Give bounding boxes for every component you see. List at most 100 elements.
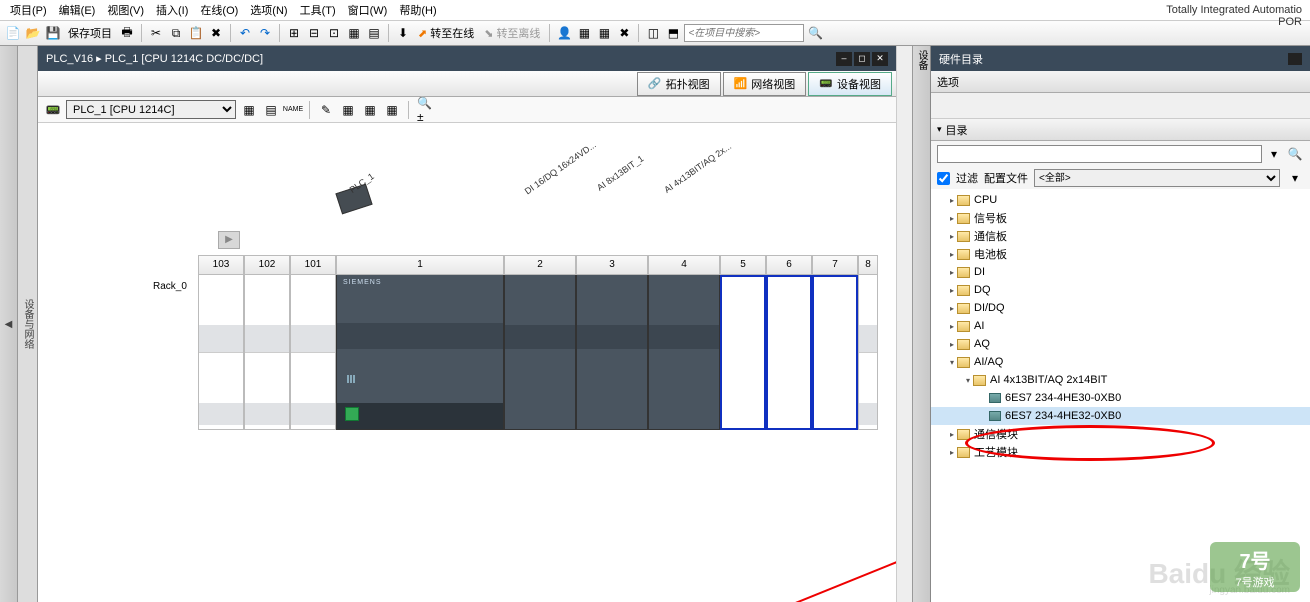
- module-label-aiaq: AI 4x13BIT/AQ 2x...: [662, 141, 733, 195]
- catalog-search-input[interactable]: [937, 145, 1262, 163]
- menu-tools[interactable]: 工具(T): [294, 0, 342, 20]
- split-h-icon[interactable]: ◫: [644, 24, 662, 42]
- tree-dq[interactable]: ▸DQ: [931, 281, 1310, 299]
- slot-8[interactable]: 8: [858, 255, 878, 430]
- menu-edit[interactable]: 编辑(E): [53, 0, 102, 20]
- menu-help[interactable]: 帮助(H): [393, 0, 442, 20]
- tree-aiaq[interactable]: ▾AI/AQ: [931, 353, 1310, 371]
- split-v-icon[interactable]: ⬒: [664, 24, 682, 42]
- right-collapse-tab[interactable]: 设备: [912, 46, 930, 602]
- tab-topology[interactable]: 🔗拓扑视图: [637, 72, 721, 96]
- subtb-2[interactable]: ▤: [262, 101, 280, 119]
- left-sidebar-handle[interactable]: ◀: [0, 46, 18, 602]
- slot-1-cpu[interactable]: 1SIEMENS: [336, 255, 504, 430]
- subtb-5[interactable]: ▦: [361, 101, 379, 119]
- device-icon[interactable]: 📟: [44, 101, 62, 119]
- menu-online[interactable]: 在线(O): [194, 0, 244, 20]
- profile-select[interactable]: <全部>: [1034, 169, 1280, 187]
- undo-icon[interactable]: ↶: [236, 24, 254, 42]
- slot-102[interactable]: 102: [244, 255, 290, 430]
- subtb-6[interactable]: ▦: [383, 101, 401, 119]
- tb-icon-2[interactable]: ⊟: [305, 24, 323, 42]
- tree-comm[interactable]: ▸通信板: [931, 227, 1310, 245]
- slot-7[interactable]: 7: [812, 255, 858, 430]
- close-all-icon[interactable]: ✖: [615, 24, 633, 42]
- tb-icon-6[interactable]: 👤: [555, 24, 573, 42]
- watermark-logo: 7号7号游戏: [1210, 542, 1300, 592]
- catalog-search-icon[interactable]: ▾: [1265, 145, 1283, 163]
- menu-options[interactable]: 选项(N): [244, 0, 293, 20]
- play-icon[interactable]: ▶: [218, 231, 240, 249]
- tree-ai[interactable]: ▸AI: [931, 317, 1310, 335]
- maximize-icon[interactable]: ◻: [854, 52, 870, 66]
- slot-6[interactable]: 6: [766, 255, 812, 430]
- device-selector[interactable]: PLC_1 [CPU 1214C]: [66, 100, 236, 119]
- pane-btn-icon[interactable]: [1288, 53, 1302, 65]
- print-icon[interactable]: 🖶: [118, 24, 136, 42]
- filter-checkbox[interactable]: [937, 172, 950, 185]
- tree-part-2[interactable]: 6ES7 234-4HE32-0XB0: [931, 407, 1310, 425]
- tree-aq[interactable]: ▸AQ: [931, 335, 1310, 353]
- scrollbar-v[interactable]: [896, 46, 912, 602]
- tree-accordion[interactable]: ▾目录: [931, 119, 1310, 141]
- tree-tech[interactable]: ▸工艺模块: [931, 443, 1310, 461]
- slot-3[interactable]: 3: [576, 255, 648, 430]
- subtb-1[interactable]: ▦: [240, 101, 258, 119]
- menu-project[interactable]: 项目(P): [4, 0, 53, 20]
- delete-icon[interactable]: ✖: [207, 24, 225, 42]
- tab-network[interactable]: 📶网络视图: [723, 72, 807, 96]
- slot-2[interactable]: 2: [504, 255, 576, 430]
- tab-device[interactable]: 📟设备视图: [808, 72, 892, 96]
- minimize-icon[interactable]: –: [836, 52, 852, 66]
- slot-4[interactable]: 4: [648, 255, 720, 430]
- new-icon[interactable]: 📄: [4, 24, 22, 42]
- tb-icon-7[interactable]: ▦: [575, 24, 593, 42]
- save-icon[interactable]: 💾: [44, 24, 62, 42]
- tree-di[interactable]: ▸DI: [931, 263, 1310, 281]
- tree-didq[interactable]: ▸DI/DQ: [931, 299, 1310, 317]
- slot-101[interactable]: 101: [290, 255, 336, 430]
- slot-103[interactable]: 103: [198, 255, 244, 430]
- tb-icon-3[interactable]: ⊡: [325, 24, 343, 42]
- editor-titlebar: PLC_V16 ▸ PLC_1 [CPU 1214C DC/DC/DC] –◻✕: [38, 46, 896, 71]
- tree-commmod[interactable]: ▸通信模块: [931, 425, 1310, 443]
- filter-label: 过滤: [956, 170, 978, 186]
- tree-aiaq-sub[interactable]: ▾AI 4x13BIT/AQ 2x14BIT: [931, 371, 1310, 389]
- tree-battery[interactable]: ▸电池板: [931, 245, 1310, 263]
- go-offline-button[interactable]: ⬊转至离线: [480, 25, 544, 41]
- module-label-ai: AI 8x13BIT_1: [595, 153, 645, 192]
- download-icon[interactable]: ⬇: [394, 24, 412, 42]
- left-sidebar-tab[interactable]: 设备与网络: [18, 46, 38, 602]
- open-icon[interactable]: 📂: [24, 24, 42, 42]
- device-canvas[interactable]: PLC_1 DI 16/DQ 16x24VD... AI 8x13BIT_1 A…: [38, 123, 896, 602]
- tree-part-1[interactable]: 6ES7 234-4HE30-0XB0: [931, 389, 1310, 407]
- cut-icon[interactable]: ✂: [147, 24, 165, 42]
- paste-icon[interactable]: 📋: [187, 24, 205, 42]
- options-accordion[interactable]: 选项: [931, 71, 1310, 93]
- close-icon[interactable]: ✕: [872, 52, 888, 66]
- go-online-button[interactable]: ⬈转至在线: [414, 25, 478, 41]
- save-project-button[interactable]: 保存项目: [64, 25, 116, 41]
- zoom-icon[interactable]: 🔍±: [416, 101, 434, 119]
- subtb-name[interactable]: NAME: [284, 101, 302, 119]
- copy-icon[interactable]: ⧉: [167, 24, 185, 42]
- tb-icon-8[interactable]: ▦: [595, 24, 613, 42]
- tree-signal[interactable]: ▸信号板: [931, 209, 1310, 227]
- profile-btn-icon[interactable]: ▾: [1286, 169, 1304, 187]
- tree-cpu[interactable]: ▸CPU: [931, 191, 1310, 209]
- subtb-3[interactable]: ✎: [317, 101, 335, 119]
- menu-insert[interactable]: 插入(I): [150, 0, 194, 20]
- menu-window[interactable]: 窗口(W): [342, 0, 394, 20]
- tb-icon-1[interactable]: ⊞: [285, 24, 303, 42]
- subtb-4[interactable]: ▦: [339, 101, 357, 119]
- search-go-icon[interactable]: 🔍: [806, 24, 824, 42]
- annotation-arrow: [793, 468, 896, 602]
- tb-icon-4[interactable]: ▦: [345, 24, 363, 42]
- redo-icon[interactable]: ↷: [256, 24, 274, 42]
- tb-icon-5[interactable]: ▤: [365, 24, 383, 42]
- menu-view[interactable]: 视图(V): [101, 0, 150, 20]
- catalog-search-go-icon[interactable]: 🔍: [1286, 145, 1304, 163]
- ethernet-port-icon[interactable]: [345, 407, 359, 421]
- slot-5[interactable]: 5: [720, 255, 766, 430]
- project-search-input[interactable]: [684, 24, 804, 42]
